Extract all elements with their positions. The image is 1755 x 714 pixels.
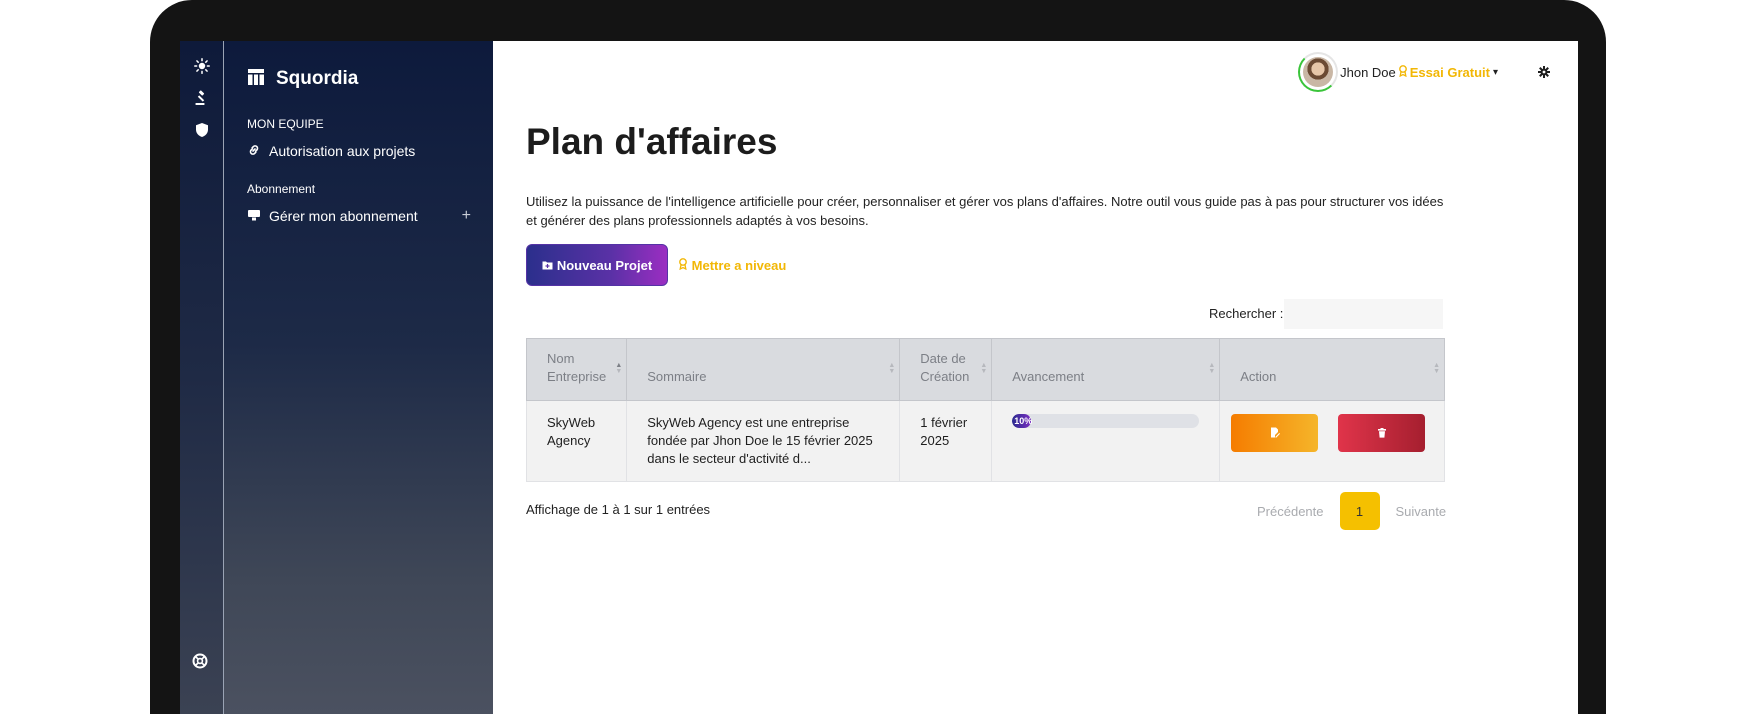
cell-company: SkyWeb Agency xyxy=(525,400,628,482)
shield-icon[interactable] xyxy=(193,121,211,139)
table-info: Affichage de 1 à 1 sur 1 entrées xyxy=(526,502,711,517)
cell-summary: SkyWeb Agency est une entreprise fondée … xyxy=(626,400,901,482)
sidebar-item-label: Gérer mon abonnement xyxy=(269,208,418,224)
column-header-company[interactable]: Nom Entreprise ▲ ▼ xyxy=(525,338,628,401)
avatar[interactable] xyxy=(1298,52,1339,92)
edit-icon xyxy=(1270,426,1280,441)
sidebar: Squordia MON EQUIPE Autorisation aux pro… xyxy=(224,41,493,714)
user-menu[interactable]: Jhon Doe Essai Gratuit ▾ xyxy=(1298,52,1552,92)
pagination-page-1[interactable]: 1 xyxy=(1339,492,1380,530)
column-header-summary[interactable]: Sommaire ▲ ▼ xyxy=(626,338,901,401)
folder-plus-icon xyxy=(542,258,553,273)
cell-progress: 10% xyxy=(991,400,1221,482)
link-icon xyxy=(247,143,261,160)
sun-icon[interactable] xyxy=(193,57,211,75)
sidebar-heading-subscription: Abonnement xyxy=(247,182,316,196)
table-row[interactable]: SkyWeb Agency SkyWeb Agency est une entr… xyxy=(525,400,1445,482)
sidebar-item-project-access[interactable]: Autorisation aux projets xyxy=(247,140,471,162)
table-layout-icon xyxy=(247,68,265,91)
sort-arrows-icon: ▲ ▼ xyxy=(1433,362,1440,375)
search-label: Rechercher : xyxy=(1209,306,1284,321)
search-input[interactable] xyxy=(1284,299,1443,329)
chevron-down-icon[interactable]: ▾ xyxy=(1493,67,1498,78)
user-name: Jhon Doe xyxy=(1340,64,1396,80)
edit-button[interactable] xyxy=(1231,414,1319,452)
new-project-button[interactable]: Nouveau Projet xyxy=(526,244,668,286)
icon-rail xyxy=(180,41,224,714)
pagination-next[interactable]: Suivante xyxy=(1380,504,1463,519)
sort-arrows-icon: ▲ ▼ xyxy=(980,362,988,375)
delete-button[interactable] xyxy=(1338,414,1426,452)
sidebar-item-label: Autorisation aux projets xyxy=(269,143,416,159)
pagination-previous[interactable]: Précédente xyxy=(1241,504,1340,519)
plan-badge[interactable]: Essai Gratuit xyxy=(1398,65,1490,80)
column-header-progress[interactable]: Avancement ▲ ▼ xyxy=(991,338,1221,401)
progress-fill: 10% xyxy=(1012,414,1033,428)
new-project-label: Nouveau Projet xyxy=(556,257,653,273)
expand-plus-icon[interactable]: + xyxy=(462,207,471,225)
progress-bar: 10% xyxy=(1012,414,1200,428)
page-title: Plan d'affaires xyxy=(526,121,778,162)
help-lifebuoy-icon[interactable] xyxy=(192,653,210,671)
upgrade-label: Mettre a niveau xyxy=(691,257,787,273)
cell-date: 1 février 2025 xyxy=(899,400,993,482)
plan-badge-label: Essai Gratuit xyxy=(1409,64,1490,80)
cell-actions xyxy=(1219,400,1445,482)
app-screen: Squordia MON EQUIPE Autorisation aux pro… xyxy=(180,41,1578,714)
projects-table: Nom Entreprise ▲ ▼ Sommaire ▲ ▼ Date de Cr… xyxy=(525,338,1445,482)
sort-arrows-icon: ▲ ▼ xyxy=(888,362,896,375)
brand[interactable]: Squordia xyxy=(247,65,358,93)
column-header-action[interactable]: Action ▲ ▼ xyxy=(1219,338,1445,401)
sort-arrows-icon: ▲ ▼ xyxy=(615,362,623,375)
upgrade-button[interactable]: Mettre a niveau xyxy=(662,244,802,286)
sidebar-heading-team: MON EQUIPE xyxy=(247,117,324,131)
gear-icon[interactable] xyxy=(1536,64,1552,80)
avatar-photo xyxy=(1303,57,1334,87)
trash-icon xyxy=(1377,426,1387,441)
page-description: Utilisez la puissance de l'intelligence … xyxy=(526,194,1444,228)
column-header-date[interactable]: Date de Création ▲ ▼ xyxy=(899,338,993,401)
brand-name: Squordia xyxy=(276,68,359,89)
gavel-icon[interactable] xyxy=(193,89,211,107)
billing-icon xyxy=(247,208,261,225)
main-content: Jhon Doe Essai Gratuit ▾ Plan d'affaires… xyxy=(493,41,1578,714)
table-header-row: Nom Entreprise ▲ ▼ Sommaire ▲ ▼ Date de Cr… xyxy=(525,338,1445,401)
award-icon xyxy=(1398,64,1408,80)
sidebar-item-manage-subscription[interactable]: Gérer mon abonnement + xyxy=(247,205,471,227)
sort-arrows-icon: ▲ ▼ xyxy=(1208,362,1216,375)
pagination: Précédente 1 Suivante xyxy=(1241,492,1462,530)
award-icon xyxy=(678,257,688,273)
